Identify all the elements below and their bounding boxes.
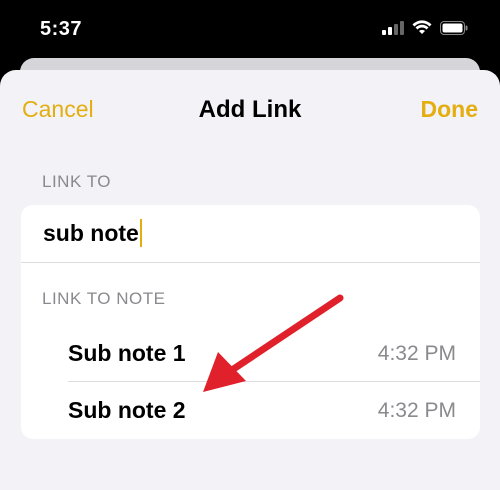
divider (21, 262, 480, 263)
note-time: 4:32 PM (377, 342, 456, 365)
text-caret (139, 219, 142, 247)
link-to-note-header: LINK TO NOTE (42, 289, 166, 308)
wifi-icon (412, 20, 432, 34)
link-input[interactable]: sub note (43, 219, 142, 247)
link-input-row[interactable]: sub note (21, 205, 480, 262)
done-button[interactable]: Done (421, 96, 479, 123)
note-title: Sub note 1 (68, 340, 186, 366)
status-time: 5:37 (40, 18, 83, 40)
add-link-sheet: Cancel Add Link Done LINK TO sub note LI… (0, 70, 500, 490)
link-to-header: LINK TO (42, 172, 112, 191)
note-title: Sub note 2 (68, 397, 186, 423)
status-bar: 5:37 (0, 0, 500, 60)
note-time: 4:32 PM (377, 399, 456, 422)
note-row-sub-note-1[interactable]: Sub note 1 4:32 PM (21, 325, 480, 381)
note-row-sub-note-2[interactable]: Sub note 2 4:32 PM (21, 382, 480, 438)
cellular-signal-icon (382, 20, 404, 35)
status-icons (382, 20, 468, 35)
link-card: sub note LINK TO NOTE Sub note 1 4:32 PM… (21, 205, 480, 439)
battery-icon (440, 20, 468, 35)
link-input-value: sub note (43, 219, 139, 246)
